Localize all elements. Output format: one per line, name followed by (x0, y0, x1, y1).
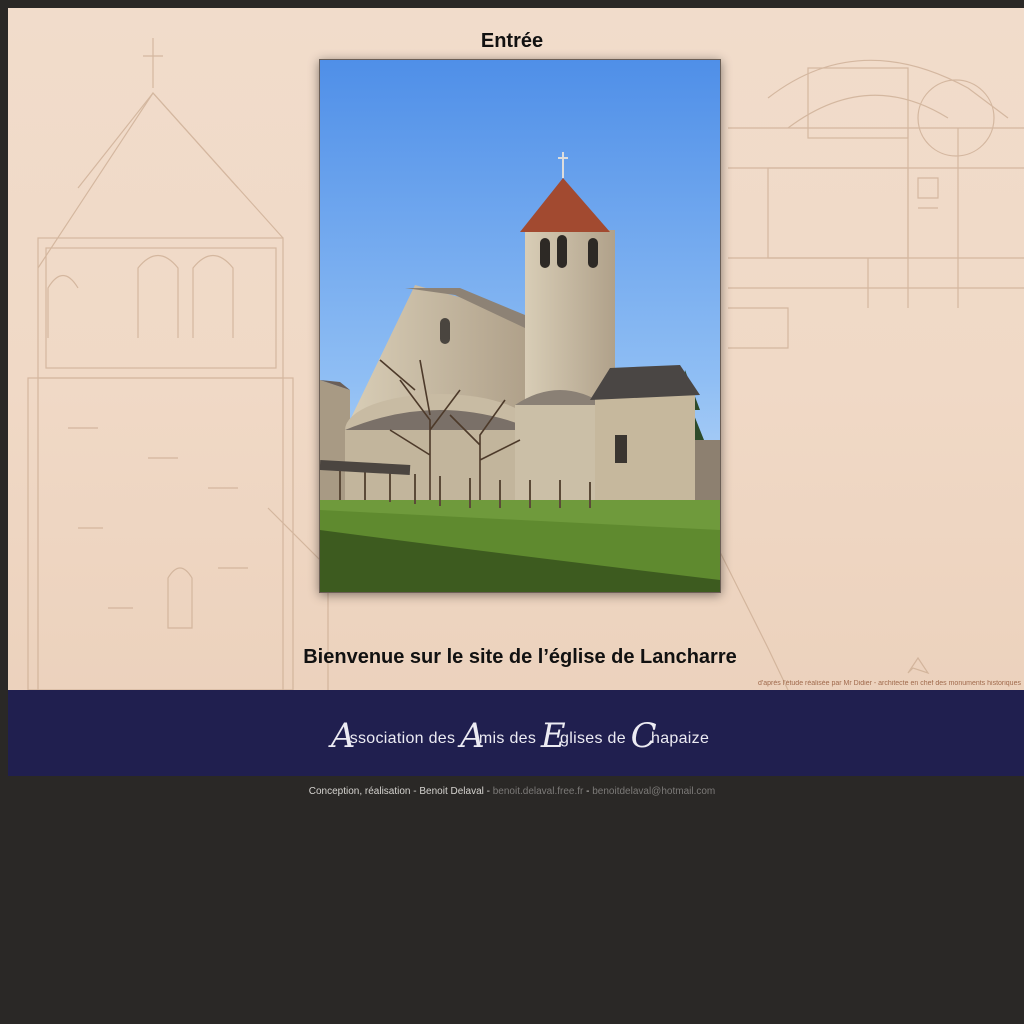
assoc-word-4: des (509, 730, 537, 747)
assoc-word-3: Amis (460, 716, 505, 756)
page-title: Entrée (480, 30, 544, 52)
assoc-word-6: de (607, 730, 626, 747)
assoc-word-5: Eglises (540, 716, 603, 756)
author-email-link[interactable]: benoitdelaval@hotmail.com (592, 786, 715, 797)
footer-credits: Conception, réalisation - Benoit Delaval… (0, 786, 1024, 797)
church-photo (319, 59, 721, 593)
drawing-credit-note: d'après l'étude réalisée par Mr Didier -… (758, 680, 1021, 687)
footer-separator: - (583, 786, 593, 797)
assoc-word-7: Chapaize (630, 716, 710, 756)
footer-credit-text: Conception, réalisation - Benoit Delaval… (308, 786, 493, 797)
assoc-word-1: Association (330, 716, 424, 756)
association-title: Association des Amis des Eglises de Chap… (0, 716, 1024, 756)
author-site-link[interactable]: benoit.delaval.free.fr (493, 786, 584, 797)
assoc-word-2: des (428, 730, 456, 747)
welcome-heading: Bienvenue sur le site de l’église de Lan… (303, 646, 737, 668)
